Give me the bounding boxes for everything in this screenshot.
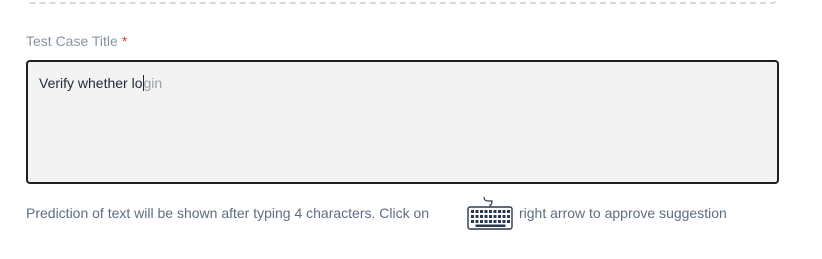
helper-text-suffix: right arrow to approve suggestion — [519, 205, 727, 221]
suggestion-text: gin — [143, 75, 163, 91]
typed-text: Verify whether lo — [39, 75, 143, 91]
field-label: Test Case Title * — [26, 32, 127, 50]
upload-dropzone-edge[interactable] — [26, 0, 777, 4]
required-marker: * — [121, 33, 128, 49]
keyboard-icon — [467, 196, 513, 230]
helper-text: Prediction of text will be shown after t… — [26, 205, 430, 221]
test-case-form: Test Case Title * Verify whether login Pr… — [0, 0, 822, 259]
field-label-text: Test Case Title — [26, 33, 118, 49]
test-case-title-input[interactable]: Verify whether login — [26, 60, 779, 184]
